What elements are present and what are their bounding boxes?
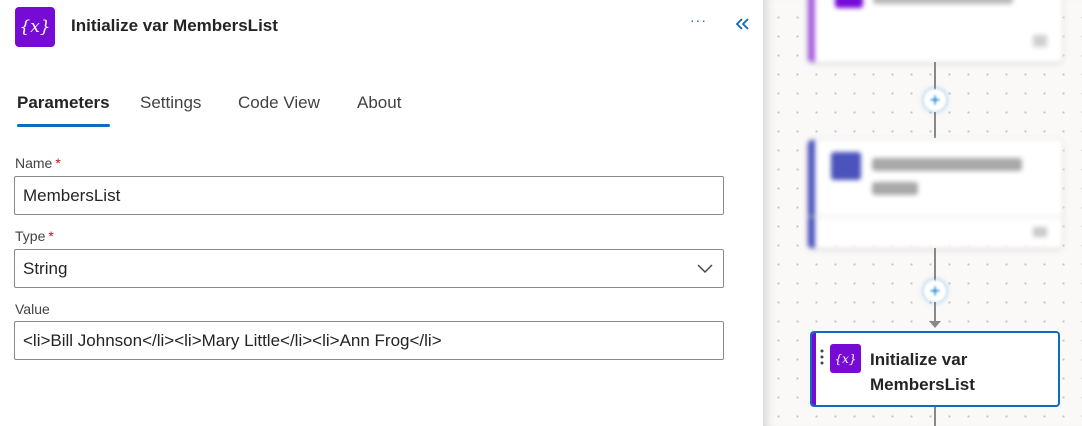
value-field-label: Value [15, 301, 50, 317]
selected-action-card[interactable]: {x} Initialize var MembersList [810, 331, 1060, 407]
link-icon [1033, 227, 1047, 237]
card-accent [808, 140, 815, 248]
card-accent [812, 333, 816, 405]
insert-step-button[interactable]: + [924, 89, 946, 111]
required-marker: * [48, 228, 54, 244]
double-chevron-left-icon [735, 18, 749, 30]
variable-icon: {x} [830, 344, 861, 373]
card-title: Initialize var MembersList [870, 350, 975, 394]
tab-settings[interactable]: Settings [140, 93, 201, 128]
flow-action-card[interactable] [808, 0, 1062, 62]
link-icon [1033, 35, 1047, 47]
teams-icon [831, 152, 861, 180]
collapse-panel-button[interactable] [732, 12, 754, 36]
chevron-down-icon [697, 264, 713, 273]
required-marker: * [55, 155, 61, 171]
properties-panel: {x} Initialize var MembersList ··· Param… [0, 0, 763, 426]
flow-connector [934, 62, 936, 90]
type-label-text: Type [15, 228, 46, 244]
action-title [872, 182, 918, 195]
action-title [872, 158, 1022, 171]
drag-handle-icon[interactable] [820, 349, 824, 365]
insert-step-button[interactable]: + [924, 280, 946, 302]
type-select-value: String [23, 258, 68, 278]
value-label-text: Value [15, 301, 50, 317]
card-divider [808, 216, 1062, 217]
flow-connector [934, 112, 936, 138]
flow-action-card[interactable] [808, 140, 1062, 248]
panel-header: {x} Initialize var MembersList ··· [0, 0, 763, 60]
more-options-button[interactable]: ··· [690, 12, 707, 28]
type-field-label: Type * [15, 228, 54, 244]
tab-about[interactable]: About [357, 93, 401, 128]
flow-connector [934, 407, 936, 426]
panel-title: Initialize var MembersList [71, 16, 278, 35]
type-select[interactable]: String [14, 249, 724, 288]
flow-arrow-icon [929, 321, 941, 328]
flow-connector [934, 248, 936, 282]
value-input-value: <li>Bill Johnson</li><li>Mary Little</li… [23, 330, 442, 350]
name-label-text: Name [15, 155, 53, 171]
tab-parameters[interactable]: Parameters [17, 93, 110, 128]
name-field-label: Name * [15, 155, 61, 171]
card-accent [808, 0, 815, 62]
variable-icon: {x} [15, 7, 55, 47]
action-title [873, 0, 1013, 4]
action-icon [835, 0, 863, 8]
tab-code-view[interactable]: Code View [238, 93, 320, 128]
name-input-value: MembersList [23, 185, 121, 205]
flow-connector [934, 302, 936, 322]
value-input[interactable]: <li>Bill Johnson</li><li>Mary Little</li… [14, 321, 724, 360]
name-input[interactable]: MembersList [14, 176, 724, 215]
